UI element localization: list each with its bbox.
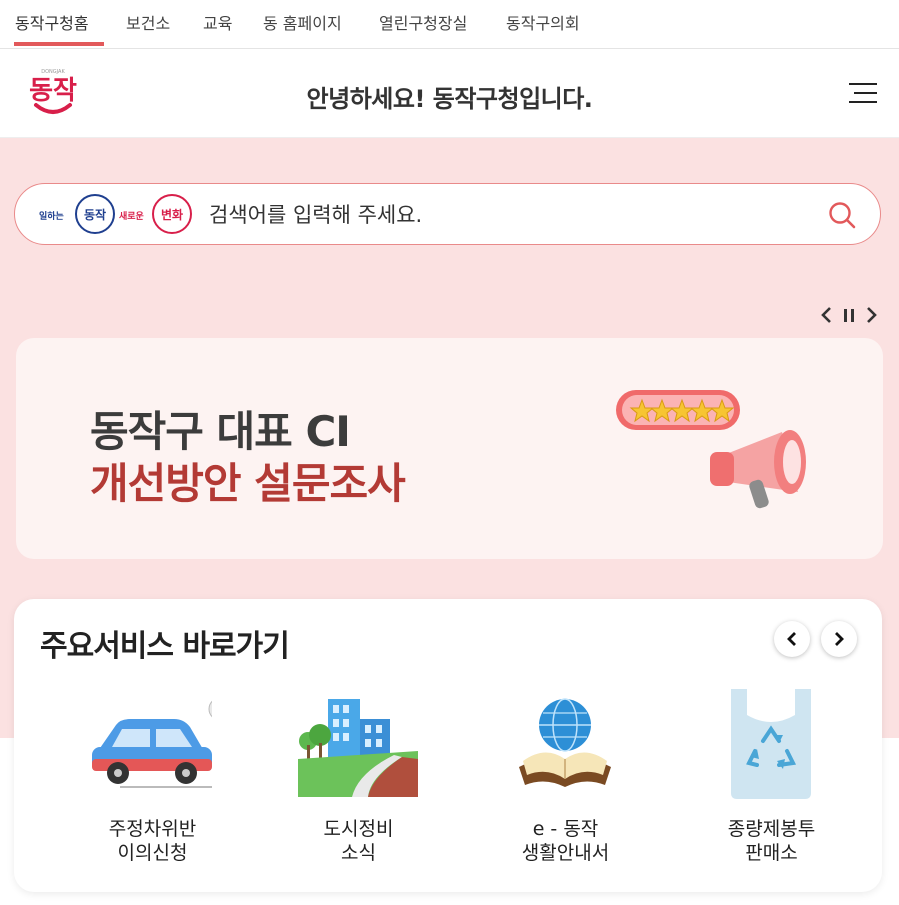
svg-text:변화: 변화 — [161, 207, 183, 222]
search-icon[interactable] — [827, 200, 857, 230]
services-title: 주요서비스 바로가기 — [40, 629, 290, 664]
page-title: 안녕하세요! 동작구청입니다. — [306, 85, 593, 113]
top-nav: 동작구청홈 보건소 교육 동 홈페이지 열린구청장실 동작구의회 — [0, 0, 899, 49]
banner-next-icon[interactable] — [862, 305, 880, 325]
megaphone-stars-icon — [616, 390, 806, 509]
service-parking-appeal[interactable]: 주정차위반 이의신청 — [50, 689, 240, 869]
globe-book-icon — [519, 698, 611, 787]
tab-mayor-office[interactable]: 열린구청장실 — [379, 10, 467, 34]
service-label: 주정차위반 이의신청 — [108, 818, 197, 864]
svg-text:DONGJAK: DONGJAK — [41, 69, 65, 75]
city-icon — [298, 699, 418, 797]
tab-education[interactable]: 교육 — [203, 10, 232, 34]
service-e-dongjak-guide[interactable]: e - 동작 생활안내서 — [463, 689, 653, 869]
service-label: e - 동작 생활안내서 — [521, 818, 610, 864]
menu-icon[interactable] — [849, 81, 877, 105]
tab-health-center[interactable]: 보건소 — [126, 10, 170, 34]
services-next-button[interactable] — [821, 621, 857, 657]
main-services-card: 주요서비스 바로가기 주정차위반 이의신청 도시정비 소식 e - 동작 생활안… — [14, 599, 882, 892]
search-bar: 일하는 동작 새로운 변화 — [14, 183, 881, 245]
service-label: 종량제봉투 판매소 — [727, 818, 816, 864]
tab-district-council[interactable]: 동작구의회 — [506, 10, 580, 34]
tab-dongjak-home[interactable]: 동작구청홈 — [15, 10, 89, 34]
services-prev-button[interactable] — [774, 621, 810, 657]
slogan-badge: 일하는 동작 새로운 변화 — [39, 194, 192, 234]
svg-text:일하는: 일하는 — [39, 210, 64, 222]
banner-subheadline: 개선방안 설문조사 — [90, 459, 406, 508]
svg-text:동작: 동작 — [84, 207, 106, 222]
active-tab-indicator — [14, 42, 104, 46]
banner-prev-icon[interactable] — [818, 305, 836, 325]
chevron-left-icon — [787, 632, 796, 646]
chevron-right-icon — [835, 632, 844, 646]
site-header: DONGJAK 동작 안녕하세요! 동작구청입니다. — [0, 49, 899, 138]
search-input[interactable] — [207, 196, 811, 234]
car-icon — [92, 700, 212, 788]
service-urban-renewal[interactable]: 도시정비 소식 — [256, 689, 446, 869]
service-label: 도시정비 소식 — [323, 818, 394, 864]
recycle-bag-icon — [731, 689, 811, 799]
svg-text:새로운: 새로운 — [119, 210, 144, 222]
service-garbage-bag-store[interactable]: 종량제봉투 판매소 — [669, 689, 859, 869]
tab-dong-homepage[interactable]: 동 홈페이지 — [263, 10, 342, 34]
banner-pause-icon[interactable] — [840, 305, 858, 325]
survey-banner[interactable]: 동작구 대표 CI 개선방안 설문조사 — [16, 338, 883, 559]
